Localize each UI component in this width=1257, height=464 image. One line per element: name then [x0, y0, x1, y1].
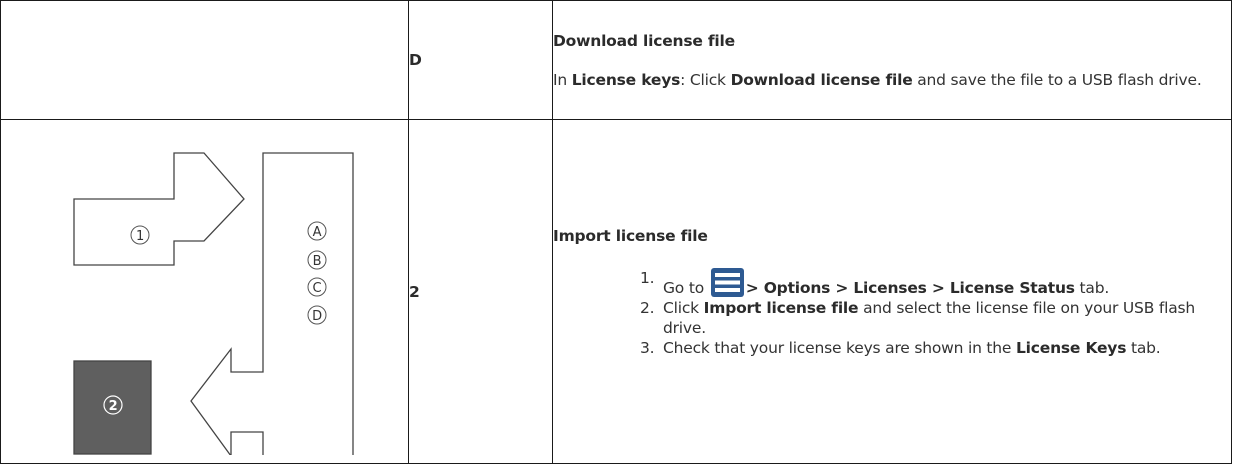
- step-label: 2: [408, 119, 553, 464]
- text-bold: Download license file: [730, 70, 913, 89]
- diagram-label-c: C: [313, 281, 322, 296]
- table-row: D Download license file In License keys:…: [0, 0, 1232, 120]
- text-bold: Import license file: [703, 298, 859, 317]
- empty-cell: [0, 0, 409, 120]
- text-segment: In: [553, 70, 572, 89]
- diagram-cell: 1 A B C D 2: [0, 119, 409, 464]
- list-number: 2.: [640, 298, 655, 317]
- text-segment: Check that your license keys are shown i…: [663, 338, 1016, 357]
- step-content: Download license file In License keys: C…: [552, 0, 1232, 120]
- text-bold: License Keys: [1015, 338, 1127, 357]
- list-item: 3. Check that your license keys are shown…: [553, 338, 1231, 358]
- diagram-label-2: 2: [109, 399, 118, 414]
- text-segment: Click: [663, 298, 704, 317]
- arrow-right-shape: [73, 152, 245, 266]
- step-heading: Import license file: [553, 226, 708, 245]
- step-label: D: [408, 0, 553, 120]
- text-segment: tab.: [1126, 338, 1161, 357]
- text-segment: Go to: [663, 278, 709, 297]
- table-row: 1 A B C D 2 2 Import license file 1. Go …: [0, 119, 1232, 464]
- step-content: Import license file 1. Go to > Options > …: [552, 119, 1232, 464]
- text-segment: : Click: [680, 70, 731, 89]
- list-number: 3.: [640, 338, 655, 357]
- step-text: In License keys: Click Download license …: [553, 70, 1231, 90]
- list-item: 2. Click Import license file and select t…: [553, 298, 1231, 338]
- step-heading: Download license file: [553, 31, 735, 50]
- text-bold: > Options > Licenses > License Status: [745, 278, 1075, 297]
- text-bold: License keys: [571, 70, 681, 89]
- step-list: 1. Go to > Options > Licenses > License S…: [553, 267, 1231, 358]
- list-item: 1. Go to > Options > Licenses > License S…: [553, 267, 1231, 298]
- list-number: 1.: [640, 268, 655, 287]
- hamburger-menu-icon: [710, 267, 744, 297]
- diagram-label-a: A: [313, 225, 322, 240]
- instructions-table: D Download license file In License keys:…: [0, 0, 1232, 464]
- text-segment: and save the file to a USB flash drive.: [912, 70, 1202, 89]
- text-segment: tab.: [1074, 278, 1110, 297]
- diagram-label-1: 1: [136, 229, 144, 244]
- diagram-label-b: B: [313, 254, 322, 269]
- diagram-label-d: D: [312, 309, 322, 324]
- workflow-diagram: 1 A B C D 2: [73, 152, 354, 455]
